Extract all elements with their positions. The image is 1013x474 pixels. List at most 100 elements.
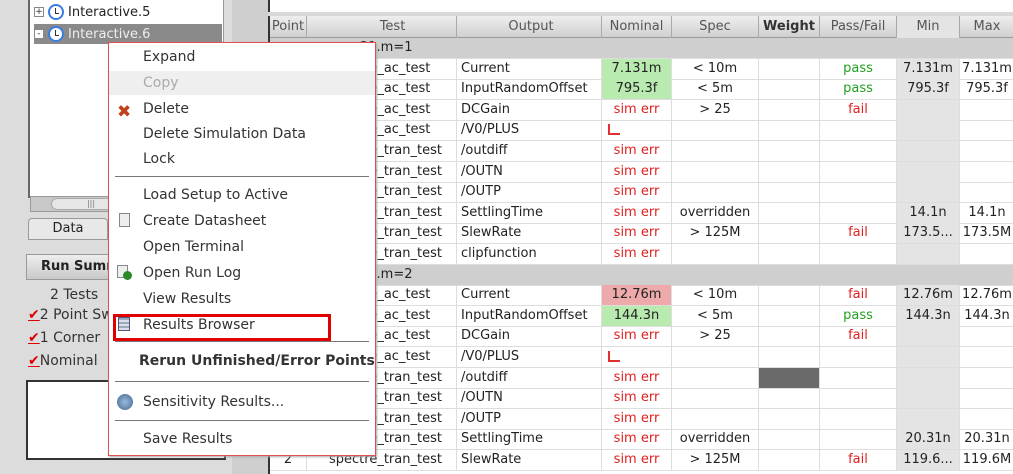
column-header-nominal[interactable]: Nominal: [602, 16, 672, 38]
cell-min: [897, 141, 960, 161]
table-row[interactable]: 1spectre_tran_testSettlingTimesim errove…: [270, 202, 1013, 224]
cell-weight: [759, 429, 820, 450]
cell-pass-fail: fail: [820, 99, 897, 120]
cell-weight: [759, 120, 820, 141]
tree-item-label: Interactive.5: [68, 4, 151, 20]
column-header-test[interactable]: Test: [307, 16, 457, 38]
cell-spec: > 25: [672, 99, 759, 120]
table-row[interactable]: 2spectre_ac_testCurrent12.76m< 10mfail12…: [270, 285, 1013, 307]
table-row[interactable]: 2spectre_ac_testDCGainsim err> 25fail: [270, 326, 1013, 348]
cell-weight: [759, 305, 820, 326]
menu-item-rerun-unfinished-error-points[interactable]: Rerun Unfinished/Error Points: [109, 349, 375, 373]
menu-item-label: Create Datasheet: [143, 213, 267, 229]
cell-min: 20.31n: [897, 429, 960, 450]
cell-min: [897, 408, 960, 429]
cell-nominal: sim err: [602, 99, 672, 120]
menu-item-copy[interactable]: Copy: [109, 71, 375, 95]
cell-nominal: sim err: [602, 450, 672, 470]
menu-item-expand[interactable]: Expand: [109, 45, 375, 69]
cell-output: DCGain: [457, 326, 602, 347]
cell-output: InputRandomOffset: [457, 79, 602, 100]
cell-pass-fail: [820, 429, 897, 450]
cell-min: [897, 161, 960, 182]
cell-nominal: [602, 347, 672, 367]
table-row[interactable]: 2spectre_ac_test/V0/PLUS: [270, 347, 1013, 368]
delete-x-icon: ✖: [117, 102, 132, 122]
menu-item-delete-simulation-data[interactable]: Delete Simulation Data: [109, 122, 375, 146]
column-header-pass-fail[interactable]: Pass/Fail: [820, 16, 897, 38]
table-row[interactable]: 2 spectre_tran_test SlewRate sim err > 125M f…: [270, 450, 1013, 471]
menu-item-sensitivity-results[interactable]: Sensitivity Results...: [109, 390, 375, 414]
results-table: Point Test Output Nominal Spec Weight Pass/Fai…: [268, 16, 1013, 474]
menu-item-label: Save Results: [143, 431, 233, 447]
expand-icon[interactable]: +: [34, 7, 44, 17]
menu-item-create-datasheet[interactable]: Create Datasheet: [109, 209, 375, 233]
cell-pass-fail: fail: [820, 223, 897, 244]
tree-item-interactive-6[interactable]: - Interactive.6: [34, 24, 222, 44]
cell-pass-fail: [820, 408, 897, 429]
cell-spec: < 5m: [672, 79, 759, 100]
table-row[interactable]: 1spectre_ac_testDCGainsim err> 25fail: [270, 99, 1013, 121]
summary-tests: 2 Tests: [50, 287, 99, 303]
table-row[interactable]: 1spectre_tran_test/OUTNsim err: [270, 161, 1013, 183]
table-row[interactable]: 1spectre_ac_testCurrent7.131m< 10mpass7.…: [270, 58, 1013, 80]
column-header-min[interactable]: Min: [897, 16, 960, 38]
cell-max: 119.6M: [960, 450, 1013, 470]
table-row[interactable]: 1spectre_tran_test/outdiffsim err: [270, 141, 1013, 162]
menu-item-label: Open Terminal: [143, 239, 245, 255]
table-row[interactable]: 1spectre_ac_testInputRandomOffset795.3f<…: [270, 79, 1013, 101]
top-field: [268, 0, 1013, 12]
column-header-point[interactable]: Point: [270, 16, 307, 38]
table-row[interactable]: 1spectre_tran_testSlewRatesim err> 125Mf…: [270, 223, 1013, 245]
cell-spec: < 10m: [672, 58, 759, 79]
plot-icon[interactable]: [608, 351, 620, 362]
group-row[interactable]: 21.m=1: [270, 38, 1013, 59]
column-header-weight[interactable]: Weight: [759, 16, 820, 38]
menu-item-view-results[interactable]: View Results: [109, 287, 375, 311]
column-header-output[interactable]: Output: [457, 16, 602, 38]
table-row[interactable]: 2spectre_tran_test/OUTNsim err: [270, 388, 1013, 410]
table-header: Point Test Output Nominal Spec Weight Pass/Fai…: [270, 16, 1013, 38]
cell-weight: [759, 244, 820, 264]
check-icon: ✔: [28, 353, 40, 369]
menu-item-open-terminal[interactable]: Open Terminal: [109, 235, 375, 259]
cell-weight: [759, 367, 820, 388]
cell-weight: [759, 223, 820, 244]
menu-item-label: Sensitivity Results...: [143, 394, 285, 410]
menu-item-open-run-log[interactable]: Open Run Log: [109, 261, 375, 285]
cell-max: [960, 100, 1013, 120]
clock-icon: [48, 4, 64, 20]
table-row[interactable]: 1spectre_tran_testclipfunctionsim err: [270, 244, 1013, 265]
cell-spec: [672, 161, 759, 182]
table-row[interactable]: 1spectre_tran_test/OUTPsim err: [270, 182, 1013, 204]
group-row[interactable]: 21.m=2: [270, 264, 1013, 286]
cell-min: 12.76m: [897, 285, 960, 306]
column-header-spec[interactable]: Spec: [672, 16, 759, 38]
sensitivity-icon: [117, 394, 133, 410]
column-header-max[interactable]: Max: [960, 16, 1013, 38]
menu-item-delete[interactable]: ✖ Delete: [109, 97, 375, 121]
table-row[interactable]: 2spectre_ac_testInputRandomOffset144.3n<…: [270, 305, 1013, 327]
tree-item-interactive-5[interactable]: + Interactive.5: [34, 2, 222, 22]
table-row[interactable]: 1spectre_ac_test/V0/PLUS: [270, 120, 1013, 142]
table-row[interactable]: 2spectre_tran_test/OUTPsim err: [270, 408, 1013, 430]
cell-output: /OUTP: [457, 408, 602, 429]
cell-min: [897, 326, 960, 347]
plot-icon[interactable]: [608, 124, 620, 136]
collapse-icon[interactable]: -: [34, 29, 44, 39]
cell-weight: [759, 161, 820, 182]
cell-output: SettlingTime: [457, 202, 602, 223]
cell-min: [897, 120, 960, 141]
table-row[interactable]: 2spectre_tran_test/outdiffsim err: [270, 367, 1013, 389]
menu-item-save-results[interactable]: Save Results: [109, 427, 375, 451]
cell-pass-fail: [820, 182, 897, 203]
clock-icon: [48, 26, 64, 42]
cell-spec: [672, 408, 759, 429]
table-row[interactable]: 2spectre_tran_testSettlingTimesim errove…: [270, 429, 1013, 451]
menu-item-label: Copy: [143, 75, 179, 91]
tab-data[interactable]: Data: [28, 218, 108, 240]
menu-item-lock[interactable]: Lock: [109, 147, 375, 171]
cell-nominal: [602, 120, 672, 141]
menu-item-load-setup-to-active[interactable]: Load Setup to Active: [109, 183, 375, 207]
cell-output: /V0/PLUS: [457, 347, 602, 367]
